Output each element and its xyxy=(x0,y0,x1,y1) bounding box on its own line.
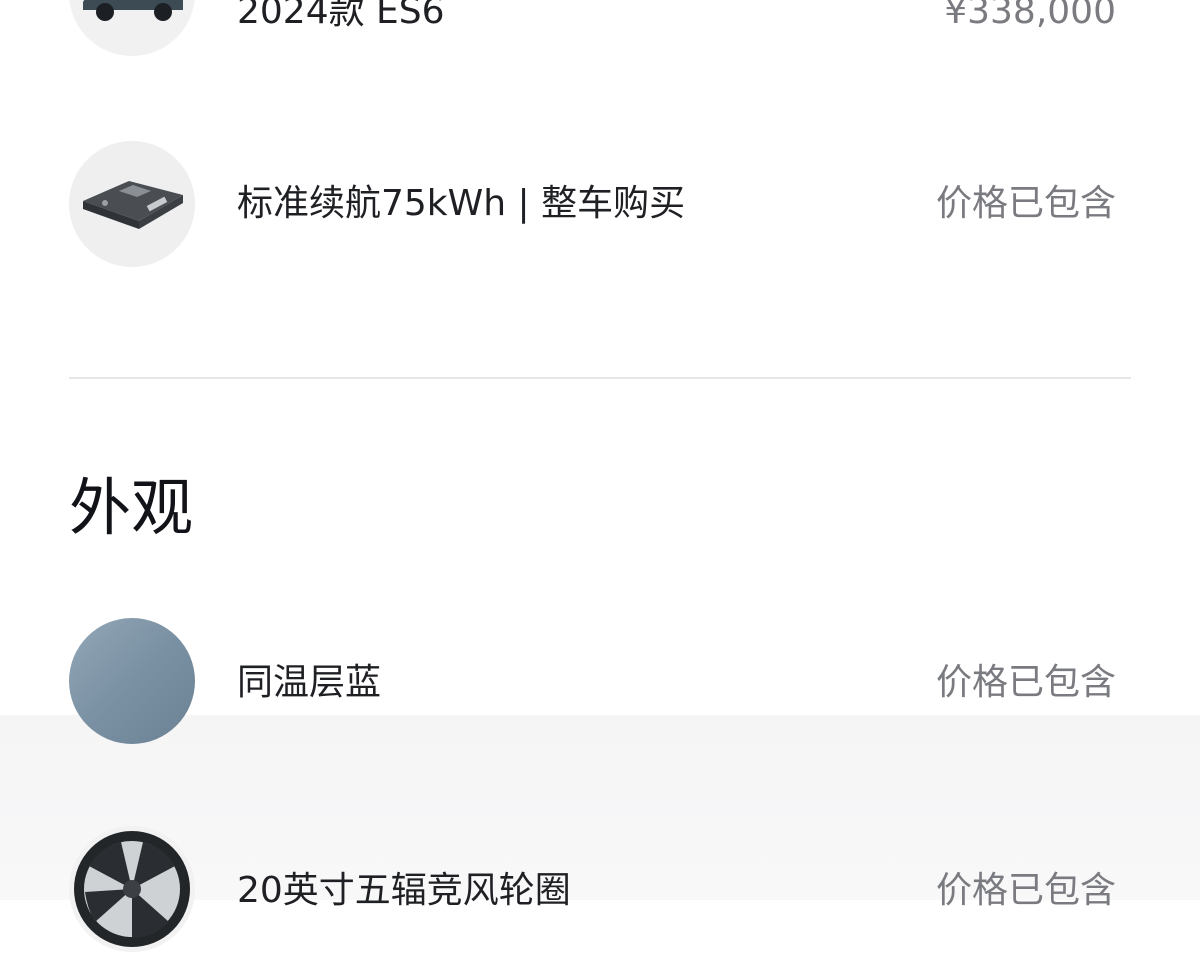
config-row-vehicle: 2024款 ES6 ¥338,000 xyxy=(0,0,1200,60)
battery-price-status: 价格已包含 xyxy=(935,183,1116,224)
wheel-option-name: 20英寸五辐竞风轮圈 xyxy=(237,870,571,911)
battery-pack-thumbnail xyxy=(69,141,195,267)
config-row-wheels: 20英寸五辐竞风轮圈 价格已包含 xyxy=(0,826,1200,956)
vehicle-price: ¥338,000 xyxy=(944,0,1116,32)
vehicle-model-name: 2024款 ES6 xyxy=(237,0,445,32)
config-row-battery: 标准续航75kWh | 整车购买 价格已包含 xyxy=(0,141,1200,271)
config-row-color: 同温层蓝 价格已包含 xyxy=(0,618,1200,748)
wheel-rim-thumbnail xyxy=(69,826,195,952)
section-divider xyxy=(69,377,1131,379)
color-price-status: 价格已包含 xyxy=(935,662,1116,703)
battery-option-name: 标准续航75kWh | 整车购买 xyxy=(237,183,686,224)
color-option-name: 同温层蓝 xyxy=(237,662,382,703)
wheel-price-status: 价格已包含 xyxy=(935,870,1116,911)
section-title-exterior: 外观 xyxy=(69,471,194,544)
color-swatch xyxy=(69,618,195,744)
car-thumbnail xyxy=(69,0,195,56)
